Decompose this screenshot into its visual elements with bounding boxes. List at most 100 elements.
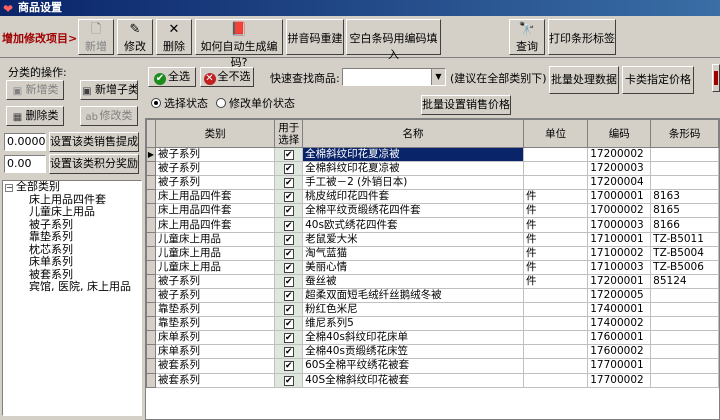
tree-item[interactable]: 儿童床上用品 xyxy=(3,205,141,219)
cell-code[interactable]: 17600001 xyxy=(587,330,652,346)
cell-name[interactable]: 全棉40s贡缎绣花床笠 xyxy=(302,344,524,360)
select-checkbox[interactable]: ✔ xyxy=(283,220,294,231)
select-checkbox[interactable]: ✔ xyxy=(283,333,294,344)
edit-button[interactable]: ✎ 修改 xyxy=(117,19,153,55)
select-checkbox[interactable]: ✔ xyxy=(283,234,294,245)
cell-select[interactable]: ✔ xyxy=(274,372,304,388)
fill-empty-barcode-button[interactable]: 空白条码用编码填入 xyxy=(346,19,441,61)
cell-barcode[interactable]: 8166 xyxy=(650,217,719,233)
cell-barcode[interactable] xyxy=(650,146,719,163)
add-subcategory-button[interactable]: ▣ 新增子类 xyxy=(80,80,138,100)
cell-barcode[interactable] xyxy=(650,358,719,374)
tree-item[interactable]: 靠垫系列 xyxy=(3,230,141,244)
cell-category[interactable]: 被子系列 xyxy=(154,161,276,177)
cell-code[interactable]: 17600002 xyxy=(587,344,652,360)
cell-code[interactable]: 17000003 xyxy=(587,217,652,233)
delete-button[interactable]: ✕ 删除 xyxy=(156,19,192,55)
product-grid[interactable]: 类别 用于选择 名称 单位 编码 条形码 ▶ 被子系列 ✔ 全棉斜纹印花夏凉被 1720… xyxy=(145,118,720,420)
table-row[interactable]: 被子系列 ✔ 手工被－2 (外销日本) 17200004 xyxy=(146,175,719,191)
batch-process-button[interactable]: 批量处理数据 xyxy=(549,66,619,94)
cell-name[interactable]: 全棉平纹贡缎绣花四件套 xyxy=(302,203,524,219)
cell-name[interactable]: 40s欧式绣花四件套 xyxy=(302,217,524,233)
cell-category[interactable]: 儿童床上用品 xyxy=(154,259,276,275)
select-none-button[interactable]: ✕ 全不选 xyxy=(200,67,254,87)
cell-unit[interactable]: 件 xyxy=(522,203,589,219)
select-checkbox[interactable]: ✔ xyxy=(283,262,294,273)
set-sales-commission-button[interactable]: 设置该类销售提成 xyxy=(49,132,139,152)
cell-unit[interactable] xyxy=(522,330,589,346)
cell-category[interactable]: 靠垫系列 xyxy=(154,302,276,318)
cell-select[interactable]: ✔ xyxy=(274,203,304,219)
cell-unit[interactable] xyxy=(522,302,589,318)
select-checkbox[interactable]: ✔ xyxy=(283,347,294,358)
cell-code[interactable]: 17000001 xyxy=(587,189,652,205)
cell-select[interactable]: ✔ xyxy=(274,231,304,247)
radio-edit-price[interactable]: 修改单价状态 xyxy=(216,95,295,111)
delete-category-button[interactable]: ▦ 删除类 xyxy=(6,106,64,126)
cell-code[interactable]: 17200001 xyxy=(587,273,652,289)
cell-select[interactable]: ✔ xyxy=(274,302,304,318)
cell-category[interactable]: 被子系列 xyxy=(154,287,276,304)
table-row[interactable]: 儿童床上用品 ✔ 淘气蓝猫件 17100002 TZ-B5004 xyxy=(146,245,719,261)
cell-name[interactable]: 全棉斜纹印花夏凉被 xyxy=(302,161,524,177)
cell-unit[interactable]: 件 xyxy=(522,259,589,275)
cell-code[interactable]: 17400001 xyxy=(587,302,652,318)
points-reward-field[interactable]: 0.00 xyxy=(4,155,46,173)
cell-barcode[interactable] xyxy=(650,316,719,332)
select-checkbox[interactable]: ✔ xyxy=(283,178,294,189)
cell-select[interactable]: ✔ xyxy=(274,146,304,163)
cell-name[interactable]: 超柔双面短毛绒纤丝鹅绒冬被 xyxy=(302,287,524,304)
radio-select-state[interactable]: 选择状态 xyxy=(151,95,208,111)
select-checkbox[interactable]: ✔ xyxy=(283,276,294,287)
cell-barcode[interactable]: 85124 xyxy=(650,273,719,289)
cell-code[interactable]: 17100002 xyxy=(587,245,652,261)
table-row[interactable]: 被套系列 ✔ 40S全棉斜纹印花被套 17700002 xyxy=(146,372,719,388)
tree-item[interactable]: 床单系列 xyxy=(3,255,141,269)
cell-barcode[interactable] xyxy=(650,330,719,346)
cell-name[interactable]: 全棉40s斜纹印花床单 xyxy=(302,330,524,346)
card-price-button[interactable]: 卡类指定价格 xyxy=(622,66,694,94)
cell-code[interactable]: 17100001 xyxy=(587,231,652,247)
cell-barcode[interactable] xyxy=(650,344,719,360)
cell-select[interactable]: ✔ xyxy=(274,175,304,191)
table-row[interactable]: 床上用品四件套 ✔ 40s欧式绣花四件套件 17000003 8166 xyxy=(146,217,719,233)
cell-name[interactable]: 蚕丝被 xyxy=(302,273,524,289)
toolbar-overflow-button[interactable] xyxy=(712,64,720,92)
cell-category[interactable]: 靠垫系列 xyxy=(154,316,276,332)
cell-name[interactable]: 粉红色米尼 xyxy=(302,302,524,318)
cell-unit[interactable] xyxy=(522,287,589,304)
cell-unit[interactable] xyxy=(522,161,589,177)
cell-select[interactable]: ✔ xyxy=(274,189,304,205)
cell-unit[interactable] xyxy=(522,372,589,388)
cell-category[interactable]: 被套系列 xyxy=(154,358,276,374)
cell-select[interactable]: ✔ xyxy=(274,245,304,261)
cell-code[interactable]: 17700002 xyxy=(587,372,652,388)
cell-barcode[interactable] xyxy=(650,287,719,304)
cell-select[interactable]: ✔ xyxy=(274,358,304,374)
cell-code[interactable]: 17000002 xyxy=(587,203,652,219)
table-row[interactable]: 儿童床上用品 ✔ 美丽心情件 17100003 TZ-B5006 xyxy=(146,259,719,275)
select-checkbox[interactable]: ✔ xyxy=(283,361,294,372)
header-select[interactable]: 用于选择 xyxy=(274,119,304,148)
cell-code[interactable]: 17200003 xyxy=(587,161,652,177)
table-row[interactable]: 被子系列 ✔ 蚕丝被件 17200001 85124 xyxy=(146,273,719,289)
table-row[interactable]: 靠垫系列 ✔ 维尼系列5 17400002 xyxy=(146,316,719,332)
cell-unit[interactable] xyxy=(522,358,589,374)
cell-unit[interactable]: 件 xyxy=(522,217,589,233)
cell-name[interactable]: 淘气蓝猫 xyxy=(302,245,524,261)
cell-select[interactable]: ✔ xyxy=(274,316,304,332)
table-row[interactable]: 靠垫系列 ✔ 粉红色米尼 17400001 xyxy=(146,302,719,318)
cell-name[interactable]: 老鼠爱大米 xyxy=(302,231,524,247)
cell-category[interactable]: 床上用品四件套 xyxy=(154,189,276,205)
cell-code[interactable]: 17200002 xyxy=(587,146,652,163)
table-row[interactable]: 床上用品四件套 ✔ 桃皮绒印花四件套件 17000001 8163 xyxy=(146,189,719,205)
select-checkbox[interactable]: ✔ xyxy=(283,290,294,301)
select-all-button[interactable]: ✔ 全选 xyxy=(148,67,196,87)
cell-category[interactable]: 床单系列 xyxy=(154,330,276,346)
cell-unit[interactable]: 件 xyxy=(522,245,589,261)
select-checkbox[interactable]: ✔ xyxy=(283,164,294,175)
cell-barcode[interactable]: 8165 xyxy=(650,203,719,219)
header-name[interactable]: 名称 xyxy=(302,119,524,148)
cell-category[interactable]: 床单系列 xyxy=(154,344,276,360)
cell-category[interactable]: 儿童床上用品 xyxy=(154,231,276,247)
